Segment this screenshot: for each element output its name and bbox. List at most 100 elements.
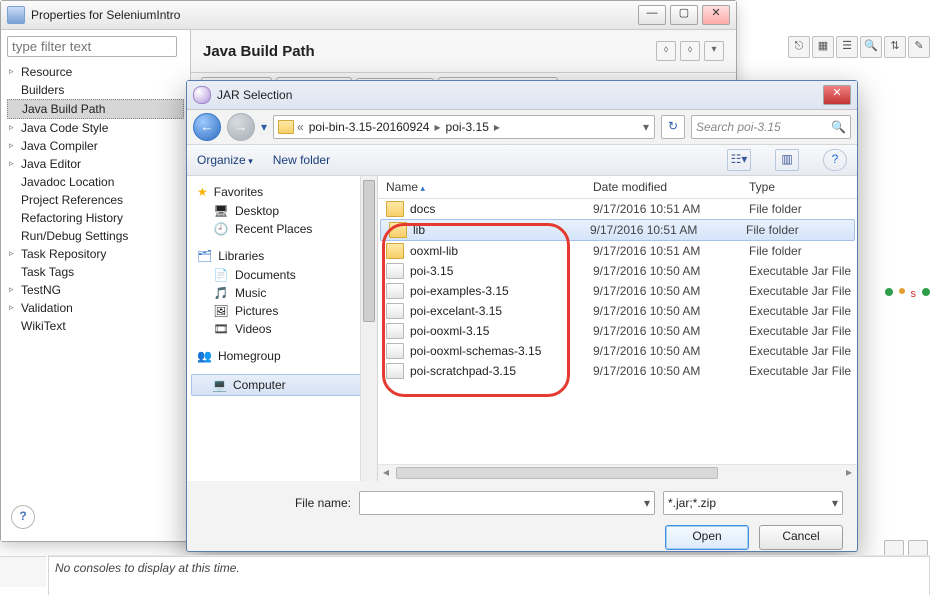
file-type: Executable Jar File bbox=[741, 264, 857, 278]
tree-item[interactable]: TestNG bbox=[7, 281, 184, 299]
search-input[interactable]: Search poi-3.15 🔍 bbox=[691, 115, 851, 139]
preview-pane-button[interactable]: ▥ bbox=[775, 149, 799, 171]
minimize-button[interactable]: — bbox=[638, 5, 666, 25]
folder-icon bbox=[278, 120, 294, 134]
close-button[interactable]: ✕ bbox=[702, 5, 730, 25]
tree-item[interactable]: Java Editor bbox=[7, 155, 184, 173]
tree-item[interactable]: Java Build Path bbox=[7, 99, 184, 119]
toolbar-button[interactable]: ⎋ bbox=[788, 36, 810, 58]
col-type[interactable]: Type bbox=[741, 180, 857, 194]
computer-item[interactable]: 💻 Computer bbox=[191, 374, 373, 396]
nav-item[interactable]: 🎞Videos bbox=[187, 320, 377, 338]
nav-icon: 📄 bbox=[213, 268, 229, 282]
toolbar-button[interactable]: ⇅ bbox=[884, 36, 906, 58]
filter-input[interactable] bbox=[7, 36, 177, 57]
view-options-button[interactable]: ☷▾ bbox=[727, 149, 751, 171]
nav-back-button[interactable]: ← bbox=[193, 113, 221, 141]
nav-item[interactable]: 🖥Desktop bbox=[187, 202, 377, 220]
back-icon[interactable]: ⬨ bbox=[656, 41, 676, 61]
libraries-icon: 🗂 bbox=[197, 249, 212, 263]
navigation-pane: ★ Favorites 🖥Desktop🕘Recent Places 🗂 Lib… bbox=[187, 176, 378, 481]
nav-item[interactable]: 🖼Pictures bbox=[187, 302, 377, 320]
file-row[interactable]: poi-excelant-3.159/17/2016 10:50 AMExecu… bbox=[378, 301, 857, 321]
menu-icon[interactable]: ▾ bbox=[704, 41, 724, 61]
folder-icon bbox=[386, 201, 404, 217]
history-dropdown-icon[interactable]: ▾ bbox=[261, 120, 267, 134]
file-name-input[interactable]: ▾ bbox=[359, 491, 655, 515]
file-row[interactable]: docs9/17/2016 10:51 AMFile folder bbox=[378, 199, 857, 219]
libraries-group[interactable]: 🗂 Libraries bbox=[187, 246, 377, 266]
file-row[interactable]: poi-3.159/17/2016 10:50 AMExecutable Jar… bbox=[378, 261, 857, 281]
nav-scrollbar[interactable] bbox=[360, 176, 377, 481]
file-row[interactable]: ooxml-lib9/17/2016 10:51 AMFile folder bbox=[378, 241, 857, 261]
page-title: Java Build Path bbox=[203, 43, 315, 60]
chevron-down-icon[interactable]: ▾ bbox=[832, 496, 838, 510]
tree-item[interactable]: Project References bbox=[7, 191, 184, 209]
tree-item[interactable]: Java Compiler bbox=[7, 137, 184, 155]
nav-forward-button[interactable]: → bbox=[227, 113, 255, 141]
toolbar-button[interactable]: ☰ bbox=[836, 36, 858, 58]
search-icon: 🔍 bbox=[831, 120, 846, 134]
file-type: File folder bbox=[741, 202, 857, 216]
file-type-select[interactable]: *.jar;*.zip ▾ bbox=[663, 491, 843, 515]
breadcrumb[interactable]: « poi-bin-3.15-20160924 ▸ poi-3.15 ▸ ▾ bbox=[273, 115, 655, 139]
crumb-current[interactable]: poi-3.15 bbox=[444, 120, 491, 134]
properties-titlebar[interactable]: Properties for SeleniumIntro — ▢ ✕ bbox=[1, 1, 736, 30]
nav-item[interactable]: 📄Documents bbox=[187, 266, 377, 284]
tree-item[interactable]: Builders bbox=[7, 81, 184, 99]
open-button[interactable]: Open bbox=[665, 525, 749, 550]
file-row[interactable]: lib9/17/2016 10:51 AMFile folder bbox=[380, 219, 855, 241]
jar-icon bbox=[386, 323, 404, 339]
help-button[interactable]: ? bbox=[11, 505, 35, 529]
forward-icon[interactable]: ⬨ bbox=[680, 41, 700, 61]
tree-item[interactable]: Validation bbox=[7, 299, 184, 317]
jar-icon bbox=[386, 263, 404, 279]
tree-item[interactable]: Resource bbox=[7, 63, 184, 81]
col-name[interactable]: Name bbox=[378, 180, 585, 194]
tree-item[interactable]: Run/Debug Settings bbox=[7, 227, 184, 245]
nav-icon: 🎞 bbox=[213, 322, 229, 336]
tree-item[interactable]: WikiText bbox=[7, 317, 184, 335]
file-type: Executable Jar File bbox=[741, 364, 857, 378]
tree-item[interactable]: Refactoring History bbox=[7, 209, 184, 227]
tree-item[interactable]: Javadoc Location bbox=[7, 173, 184, 191]
nav-icon: 🎵 bbox=[213, 286, 229, 300]
cancel-button[interactable]: Cancel bbox=[759, 525, 843, 550]
nav-icon: 🕘 bbox=[213, 222, 229, 236]
file-name: poi-ooxml-3.15 bbox=[410, 324, 489, 338]
file-row[interactable]: poi-scratchpad-3.159/17/2016 10:50 AMExe… bbox=[378, 361, 857, 381]
nav-icon: 🖼 bbox=[213, 304, 229, 318]
folder-icon bbox=[389, 222, 407, 238]
tree-item[interactable]: Task Tags bbox=[7, 263, 184, 281]
toolbar-button[interactable]: ✎ bbox=[908, 36, 930, 58]
star-icon: ★ bbox=[197, 185, 208, 199]
col-date[interactable]: Date modified bbox=[585, 180, 741, 194]
file-date: 9/17/2016 10:50 AM bbox=[585, 324, 741, 338]
tree-item[interactable]: Java Code Style bbox=[7, 119, 184, 137]
help-icon[interactable]: ? bbox=[823, 149, 847, 171]
nav-item[interactable]: 🎵Music bbox=[187, 284, 377, 302]
favorites-group[interactable]: ★ Favorites bbox=[187, 182, 377, 202]
toolbar-button[interactable]: 🔍 bbox=[860, 36, 882, 58]
h-scrollbar[interactable]: ◂▸ bbox=[378, 464, 857, 481]
chevron-down-icon[interactable]: ▾ bbox=[644, 496, 650, 510]
new-folder-button[interactable]: New folder bbox=[273, 153, 330, 167]
crumb-parent[interactable]: poi-bin-3.15-20160924 bbox=[307, 120, 432, 134]
refresh-button[interactable]: ↻ bbox=[661, 115, 685, 139]
file-row[interactable]: poi-ooxml-3.159/17/2016 10:50 AMExecutab… bbox=[378, 321, 857, 341]
computer-icon: 💻 bbox=[212, 378, 227, 392]
jar-icon bbox=[386, 303, 404, 319]
maximize-button[interactable]: ▢ bbox=[670, 5, 698, 25]
file-dialog-titlebar[interactable]: JAR Selection ✕ bbox=[187, 81, 857, 110]
organize-menu[interactable]: Organize bbox=[197, 153, 253, 167]
file-type: File folder bbox=[738, 223, 854, 237]
tree-item[interactable]: Task Repository bbox=[7, 245, 184, 263]
toolbar-button[interactable]: ▦ bbox=[812, 36, 834, 58]
chevron-down-icon[interactable]: ▾ bbox=[642, 120, 650, 134]
column-headers[interactable]: Name Date modified Type bbox=[378, 176, 857, 199]
close-button[interactable]: ✕ bbox=[823, 85, 851, 105]
file-row[interactable]: poi-examples-3.159/17/2016 10:50 AMExecu… bbox=[378, 281, 857, 301]
nav-item[interactable]: 🕘Recent Places bbox=[187, 220, 377, 238]
file-row[interactable]: poi-ooxml-schemas-3.159/17/2016 10:50 AM… bbox=[378, 341, 857, 361]
homegroup-item[interactable]: 👥 Homegroup bbox=[187, 346, 377, 366]
